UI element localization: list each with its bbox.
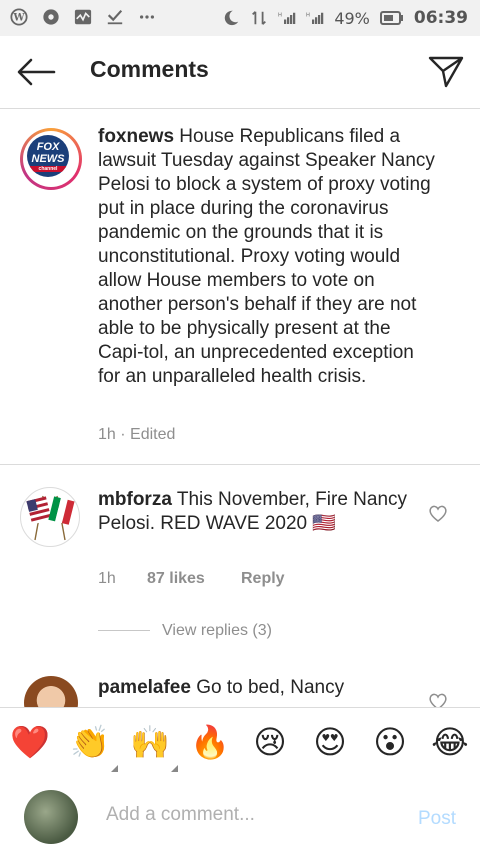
data-transfer-icon [252, 11, 267, 25]
like-heart-icon[interactable] [428, 504, 448, 522]
edited-label: Edited [130, 426, 176, 443]
download-check-icon [107, 9, 123, 25]
post-button[interactable]: Post [418, 808, 456, 830]
caption-text: foxnews House Republicans filed a lawsui… [98, 125, 438, 389]
direct-send-icon[interactable] [428, 54, 464, 88]
skin-tone-indicator [171, 765, 178, 772]
back-arrow-icon[interactable] [16, 57, 56, 87]
emoji-heart-eyes[interactable]: 😍 [300, 722, 360, 762]
emoji-quick-bar: ❤️ 👏 🙌 🔥 😢 😍 😮 😂 [0, 707, 480, 779]
emoji-crying[interactable]: 😢 [240, 722, 300, 762]
comment-compose-bar: Post [0, 778, 480, 854]
likes-count[interactable]: 87 likes [147, 570, 205, 588]
skin-tone-indicator [111, 765, 118, 772]
svg-text:H: H [306, 13, 310, 19]
svg-text:W: W [12, 13, 25, 24]
moon-icon [225, 10, 239, 26]
post-caption: FOX NEWS channel foxnews House Republica… [0, 108, 480, 465]
battery-icon [379, 11, 403, 25]
signal-h-icon: H [278, 13, 296, 24]
caption-meta: 1h · Edited [98, 426, 175, 444]
emoji-laughing[interactable]: 😂 [420, 722, 480, 762]
comment-username[interactable]: mbforza [98, 489, 172, 510]
svg-text:H: H [278, 13, 282, 19]
status-bar: W H H 49% 06:39 [0, 0, 480, 36]
caption-time: 1h [98, 426, 116, 443]
user-avatar [24, 790, 78, 844]
comment-text: pamelafee Go to bed, Nancy [98, 676, 438, 700]
more-dots-icon [139, 15, 155, 19]
signal-h-icon: H [306, 13, 324, 24]
emoji-clap[interactable]: 👏 [60, 722, 120, 772]
page-title: Comments [90, 56, 209, 82]
comment-meta: 1h [98, 570, 116, 588]
comments-header: Comments [0, 36, 480, 109]
comment-username[interactable]: pamelafee [98, 677, 191, 698]
comment-input[interactable] [106, 804, 396, 826]
replies-divider [98, 630, 150, 631]
comment-text: mbforza This November, Fire Nancy Pelosi… [98, 488, 438, 536]
reply-button[interactable]: Reply [241, 570, 285, 588]
emoji-fire[interactable]: 🔥 [180, 722, 240, 762]
caption-body: House Republicans filed a lawsuit Tuesda… [98, 126, 435, 387]
caption-username[interactable]: foxnews [98, 126, 174, 147]
mbforza-avatar[interactable] [20, 487, 80, 547]
emoji-surprised[interactable]: 😮 [360, 722, 420, 762]
emoji-heart[interactable]: ❤️ [0, 722, 60, 762]
meta-separator: · [115, 426, 131, 443]
foxnews-avatar[interactable]: FOX NEWS channel [20, 128, 82, 190]
wordpress-icon: W [10, 8, 28, 26]
aperture-icon [43, 9, 59, 25]
activity-icon [74, 9, 92, 25]
flags-avatar-image [26, 495, 75, 541]
comment-time: 1h [98, 570, 116, 587]
comment-body: Go to bed, Nancy [190, 677, 345, 698]
battery-percent: 49% [334, 8, 370, 28]
view-replies-link[interactable]: View replies (3) [162, 622, 272, 640]
clock: 06:39 [413, 8, 468, 28]
emoji-raised-hands[interactable]: 🙌 [120, 722, 180, 772]
fox-news-logo: FOX NEWS channel [27, 135, 69, 177]
